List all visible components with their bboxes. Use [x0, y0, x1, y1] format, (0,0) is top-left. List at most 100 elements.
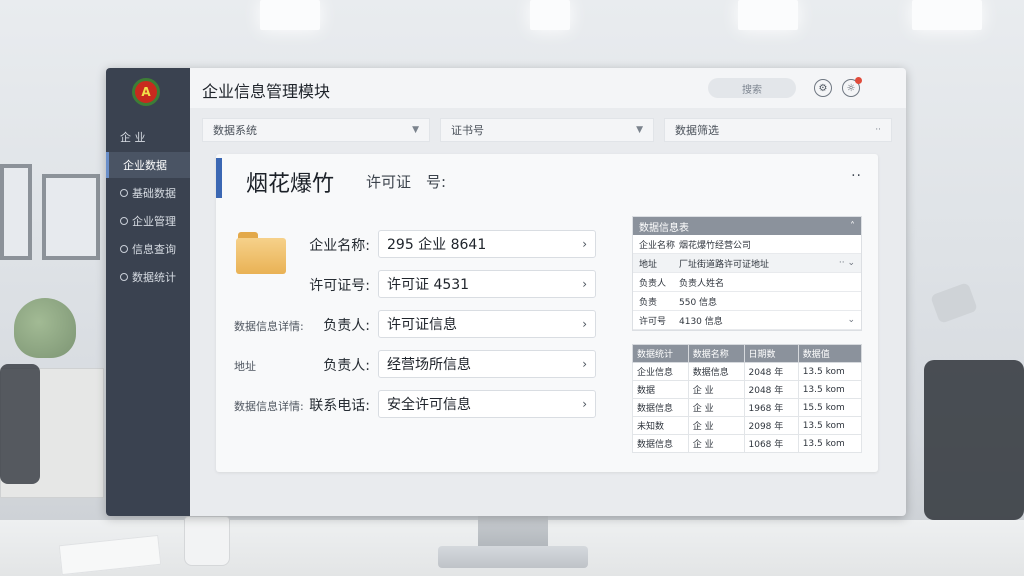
logo-text: A — [141, 85, 151, 99]
table-cell: 2048 年 — [743, 362, 799, 381]
notification-badge — [855, 77, 862, 84]
circle-icon — [120, 273, 128, 281]
table-cell: 2048 年 — [743, 380, 799, 399]
ceiling-light — [738, 0, 798, 30]
table-row[interactable]: 未知数企 业 2098 年 13.5 kom — [632, 416, 863, 435]
form-label-company-name: 企业名称: — [309, 238, 370, 254]
column-header[interactable]: 数据值 — [797, 344, 863, 363]
sidebar-item-label: 企业数据 — [123, 159, 167, 172]
filter-dropdown-system[interactable]: 数据系统 ▼ — [202, 118, 430, 142]
table-row[interactable]: 数据信息企 业 1968 年 15.5 kom — [632, 398, 863, 417]
field-value: 许可证 4531 — [387, 277, 470, 293]
table-cell: 1968 年 — [743, 398, 799, 417]
ceiling-light — [912, 0, 982, 30]
info-row[interactable]: 地址 厂址街道路许可证地址 ·· ⌄ — [633, 254, 861, 273]
safety-license-field[interactable]: 安全许可信息 › — [378, 390, 596, 418]
table-row[interactable]: 数据信息企 业 1068 年 13.5 kom — [632, 434, 863, 453]
table-row[interactable]: 数据企 业 2048 年 13.5 kom — [632, 380, 863, 399]
side-label-detail-2: 数据信息详情: — [234, 400, 304, 413]
sidebar-item-basic-data[interactable]: 基础数据 — [106, 180, 190, 206]
column-header[interactable]: 数据名称 — [687, 344, 745, 363]
info-key: 企业名称 — [639, 240, 676, 251]
chevron-down-icon: ▼ — [636, 125, 643, 135]
app-title: 企业信息管理模块 — [202, 82, 331, 101]
info-row: 负责人 负责人姓名 — [633, 273, 861, 292]
chevron-right-icon: › — [582, 317, 587, 331]
circle-icon — [120, 189, 128, 197]
company-name-field[interactable]: 295 企业 8641 › — [378, 230, 596, 258]
info-extra: ·· ⌄ — [838, 258, 855, 268]
info-row[interactable]: 许可号 4130 信息 ⌄ — [633, 311, 861, 330]
table-row[interactable]: 企业信息 数据信息 2048 年 13.5 kom — [632, 362, 863, 381]
form-label-responsible: 负责人: — [323, 318, 370, 334]
sidebar-item-label: 企 业 — [120, 131, 146, 144]
table-cell: 13.5 kom — [797, 362, 863, 381]
info-row: 负责 550 信息 — [633, 292, 861, 311]
sidebar-item-label: 基础数据 — [132, 187, 176, 200]
info-key: 负责 — [639, 297, 658, 308]
business-premises-field[interactable]: 经营场所信息 › — [378, 350, 596, 378]
sidebar-item-query[interactable]: 信息查询 — [106, 236, 190, 262]
monitor-screen: A 企 业 企业数据 基础数据 企业管理 信息查询 数据统计 企业信息管理模块 … — [106, 68, 906, 516]
table-cell: 13.5 kom — [797, 434, 863, 453]
top-bar: 企业信息管理模块 搜索 ⚙ ☼ — [190, 68, 906, 108]
office-chair — [924, 360, 1024, 520]
sidebar-item-statistics[interactable]: 数据统计 — [106, 264, 190, 290]
table-cell: 13.5 kom — [797, 380, 863, 399]
table-cell: 13.5 kom — [797, 416, 863, 435]
table-cell: 企 业 — [687, 434, 745, 453]
wall-picture-frame — [0, 164, 32, 260]
filter-dropdown-certificate[interactable]: 证书号 ▼ — [440, 118, 654, 142]
sidebar-item-label: 信息查询 — [132, 243, 176, 256]
monitor-stand — [478, 516, 548, 546]
settings-gear-icon[interactable]: ⚙ — [814, 79, 832, 97]
info-panel: 数据信息表 ˄ 企业名称 烟花爆竹经营公司 地址 厂址街道路许可证地址 ·· ⌄ 负责人… — [632, 216, 862, 331]
info-row: 企业名称 烟花爆竹经营公司 — [633, 235, 861, 254]
notification-bell-icon[interactable]: ☼ — [842, 77, 862, 97]
cup — [184, 516, 230, 566]
column-header[interactable]: 日期数 — [743, 344, 799, 363]
card-accent-bar — [216, 158, 222, 198]
info-value: 负责人姓名 — [679, 278, 725, 289]
responsible-person-field[interactable]: 许可证信息 › — [378, 310, 596, 338]
info-key: 负责人 — [639, 278, 667, 289]
table-cell: 数据信息 — [632, 398, 689, 417]
info-panel-header: 数据信息表 ˄ — [633, 217, 861, 235]
sidebar-item-enterprise[interactable]: 企 业 — [106, 124, 190, 150]
search-input[interactable]: 搜索 — [708, 78, 796, 98]
sidebar: A 企 业 企业数据 基础数据 企业管理 信息查询 数据统计 — [106, 68, 190, 516]
chevron-up-icon[interactable]: ˄ — [850, 221, 855, 232]
chevron-down-icon[interactable]: ⌄ — [821, 315, 861, 325]
table-header-row: 数据统计 数据名称 日期数 数据值 — [632, 344, 863, 363]
ceiling-light — [530, 0, 570, 30]
app-logo[interactable]: A — [132, 78, 160, 106]
stats-table: 数据统计 数据名称 日期数 数据值 企业信息 数据信息 2048 年 13.5 kom… — [632, 344, 863, 453]
sidebar-item-management[interactable]: 企业管理 — [106, 208, 190, 234]
filter-dropdown-screening[interactable]: 数据筛选 ·· — [664, 118, 892, 142]
filter-label: 数据筛选 — [675, 124, 719, 137]
field-value: 295 企业 8641 — [387, 237, 487, 253]
column-header[interactable]: 数据统计 — [632, 344, 689, 363]
chevron-right-icon: › — [582, 397, 587, 411]
form-label-phone: 联系电话: — [309, 398, 370, 414]
table-cell: 1068 年 — [743, 434, 799, 453]
form-label-responsible-2: 负责人: — [323, 358, 370, 374]
sidebar-item-label: 企业管理 — [132, 215, 176, 228]
enterprise-detail-card: 烟花爆竹 许可证 号: ·· 企业名称: 295 企业 8641 › 许可证号: … — [216, 154, 878, 472]
table-cell: 15.5 kom — [797, 398, 863, 417]
info-key: 许可号 — [639, 316, 667, 327]
ceiling-light — [260, 0, 320, 30]
more-icon: ·· — [875, 125, 881, 135]
info-value: 厂址街道路许可证地址 — [679, 259, 770, 270]
more-options-icon[interactable]: ·· — [851, 168, 862, 184]
field-value: 经营场所信息 — [387, 357, 471, 373]
sidebar-item-label: 数据统计 — [132, 271, 176, 284]
filter-label: 数据系统 — [213, 124, 257, 137]
info-value: 550 信息 — [679, 297, 718, 308]
license-number-field[interactable]: 许可证 4531 › — [378, 270, 596, 298]
sidebar-item-enterprise-data[interactable]: 企业数据 — [106, 152, 190, 178]
chevron-right-icon: › — [582, 357, 587, 371]
folder-icon — [236, 232, 286, 274]
wall-picture-frame — [42, 174, 100, 260]
table-cell: 数据信息 — [632, 434, 689, 453]
